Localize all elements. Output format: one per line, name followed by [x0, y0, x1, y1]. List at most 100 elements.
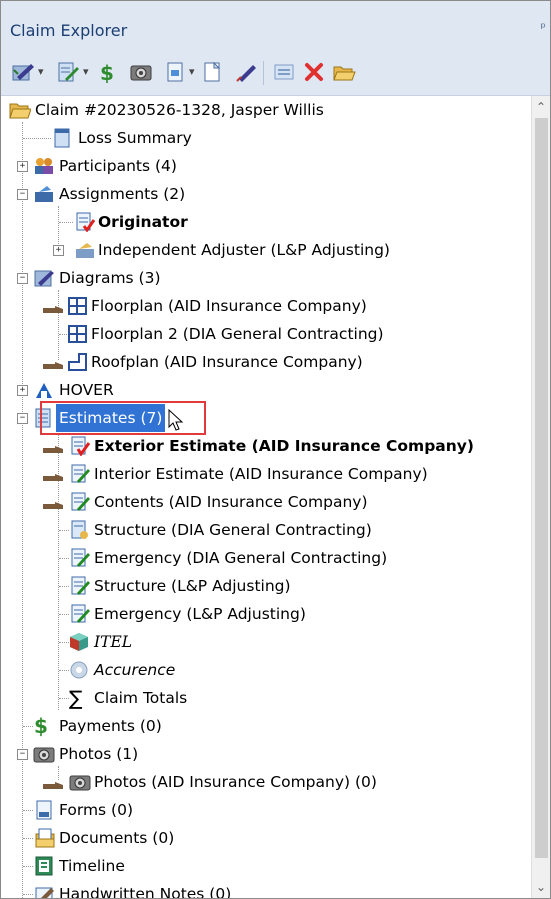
highlight-box — [40, 401, 206, 435]
tree-label: Floorplan (AID Insurance Company) — [91, 297, 367, 315]
dropdown-caret-icon[interactable]: ▾ — [189, 65, 195, 78]
documents-icon — [34, 828, 55, 848]
tree-label: Roofplan (AID Insurance Company) — [91, 353, 363, 371]
tree-connector — [23, 726, 33, 727]
tree-label: Loss Summary — [78, 129, 192, 147]
tree-connector — [59, 670, 69, 671]
document-icon — [52, 128, 72, 148]
tree-label: Accurence — [94, 661, 176, 679]
tree-label: Emergency (L&P Adjusting) — [94, 605, 306, 623]
checked-document-icon — [74, 212, 96, 233]
tree-label: Photos (AID Insurance Company) (0) — [94, 773, 377, 791]
tree-label: Participants (4) — [59, 157, 177, 175]
tree-label: ITEL — [94, 633, 133, 651]
floorplan-icon — [67, 324, 87, 344]
handwritten-notes-icon — [34, 884, 54, 898]
panel-header: Claim Explorer ᵖ — [1, 1, 550, 49]
form-icon — [34, 800, 54, 820]
pin-icon[interactable]: ᵖ — [540, 21, 546, 36]
assignments-icon — [33, 184, 53, 204]
camera-icon — [33, 744, 55, 764]
collapse-icon[interactable]: − — [17, 749, 28, 760]
tree-label: Claim #20230526-1328, Jasper Willis — [35, 101, 324, 119]
export-icon[interactable] — [272, 61, 296, 83]
tree-connector — [58, 206, 59, 248]
toolbar-separator — [263, 61, 264, 85]
tree-label: Documents (0) — [59, 829, 175, 847]
hand-icon — [43, 301, 63, 313]
tree-label: Claim Totals — [94, 689, 188, 707]
assignment-icon — [74, 240, 94, 260]
tree-label: Timeline — [59, 857, 125, 875]
dropdown-caret-icon[interactable]: ▾ — [38, 65, 44, 78]
locked-estimate-icon — [69, 520, 89, 540]
tree-label: Payments (0) — [59, 717, 162, 735]
hand-icon — [43, 777, 63, 789]
collapse-icon[interactable]: − — [17, 413, 28, 424]
edit-estimate-icon — [69, 576, 90, 596]
tree-connector — [22, 122, 23, 898]
new-doc-icon[interactable] — [165, 61, 187, 83]
scroll-down-icon[interactable]: ⌄ — [536, 880, 546, 894]
tree-connector — [23, 810, 33, 811]
tree-connector — [23, 138, 51, 139]
pen-icon[interactable] — [235, 61, 259, 83]
tree-label: Forms (0) — [59, 801, 134, 819]
tree-connector — [59, 698, 69, 699]
tree-connector — [23, 866, 33, 867]
open-folder-icon — [9, 100, 32, 120]
checked-estimate-icon — [69, 436, 91, 457]
sigma-icon: ∑ — [69, 686, 83, 710]
scrollbar-thumb[interactable] — [535, 118, 548, 858]
hand-icon — [43, 357, 63, 369]
expand-icon[interactable]: + — [17, 385, 28, 396]
delete-icon[interactable] — [303, 61, 325, 83]
edit-doc-icon[interactable] — [56, 61, 80, 83]
diagram-icon — [33, 268, 54, 288]
claim-explorer-panel: Claim Explorer ᵖ ▾ ▾ $ ▾ Claim #20230526… — [0, 0, 551, 899]
tree-connector — [59, 334, 67, 335]
floorplan-icon — [67, 296, 87, 316]
edit-estimate-icon — [69, 464, 90, 484]
panel-title: Claim Explorer — [10, 21, 128, 40]
tree-connector — [23, 894, 33, 895]
tree-label: Emergency (DIA General Contracting) — [94, 549, 388, 567]
tree-label: Handwritten Notes (0) — [59, 885, 232, 898]
collapse-icon[interactable]: − — [17, 273, 28, 284]
hand-icon — [43, 497, 63, 509]
tree-label: Originator — [98, 213, 188, 231]
dropdown-caret-icon[interactable]: ▾ — [83, 65, 89, 78]
tree-label: Contents (AID Insurance Company) — [94, 493, 368, 511]
tree-label: HOVER — [59, 381, 114, 399]
tree-connector — [59, 222, 73, 223]
edit-estimate-icon — [69, 604, 90, 624]
tree-connector — [59, 614, 69, 615]
claim-tree: Claim #20230526-1328, Jasper Willis Loss… — [1, 96, 531, 898]
tree-connector — [59, 642, 69, 643]
open-folder-icon[interactable] — [332, 61, 356, 83]
tree-connector — [59, 558, 69, 559]
hand-icon — [43, 469, 63, 481]
scroll-up-icon[interactable]: ⌃ — [536, 100, 546, 114]
expand-icon[interactable]: + — [17, 161, 28, 172]
tree-connector — [23, 838, 33, 839]
expand-icon[interactable]: + — [53, 245, 64, 256]
payment-icon[interactable]: $ — [97, 61, 117, 83]
edit-estimate-icon — [69, 548, 90, 568]
vertical-scrollbar[interactable]: ⌃ ⌄ — [531, 96, 550, 898]
toolbar: ▾ ▾ $ ▾ — [1, 49, 550, 96]
svg-text:$: $ — [100, 61, 114, 83]
hover-icon — [33, 380, 53, 400]
camera-icon — [69, 772, 91, 792]
tree-label: Interior Estimate (AID Insurance Company… — [94, 465, 428, 483]
tree-label: Structure (L&P Adjusting) — [94, 577, 291, 595]
hand-icon — [43, 441, 63, 453]
edit-estimate-icon — [69, 492, 90, 512]
edit-icon[interactable] — [11, 61, 35, 83]
tree-connector — [59, 586, 69, 587]
tree-label: Independent Adjuster (L&P Adjusting) — [98, 241, 390, 259]
photo-icon[interactable] — [129, 61, 153, 83]
accurence-icon — [69, 660, 89, 680]
blank-doc-icon[interactable] — [202, 61, 224, 83]
collapse-icon[interactable]: − — [17, 189, 28, 200]
